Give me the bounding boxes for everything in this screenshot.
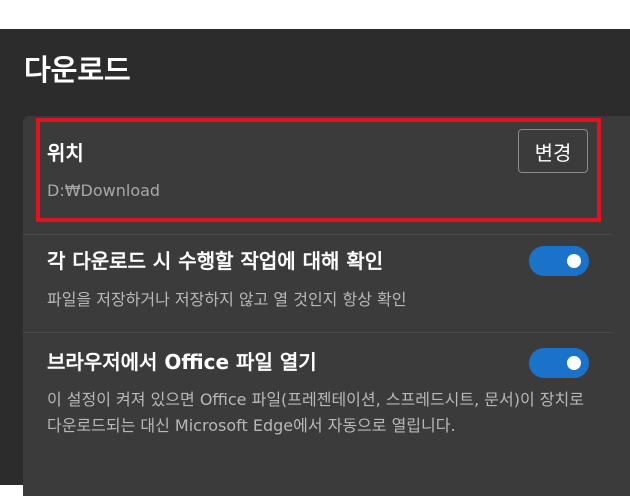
downloads-settings-card: 위치 D:₩Download 변경 각 다운로드 시 수행할 작업에 대해 확인… xyxy=(23,116,630,496)
location-path: D:₩Download xyxy=(47,181,161,200)
open-office-description: 이 설정이 켜져 있으면 Office 파일(프레젠테이션, 스프레드시트, 문… xyxy=(47,390,584,435)
open-office-setting: 브라우저에서 Office 파일 열기 이 설정이 켜져 있으면 Office … xyxy=(23,332,613,497)
open-office-label: 브라우저에서 Office 파일 열기 xyxy=(47,350,317,374)
location-label: 위치 xyxy=(47,141,84,165)
open-office-toggle[interactable] xyxy=(529,348,589,378)
highlight-box xyxy=(36,118,601,222)
downloads-settings-panel: 다운로드 위치 D:₩Download 변경 각 다운로드 시 수행할 작업에 … xyxy=(0,29,630,496)
ask-each-download-label: 각 다운로드 시 수행할 작업에 대해 확인 xyxy=(47,249,384,273)
ask-each-download-toggle[interactable] xyxy=(529,246,589,276)
page-title: 다운로드 xyxy=(24,53,131,87)
toggle-knob xyxy=(567,356,581,370)
toggle-knob xyxy=(567,254,581,268)
location-setting: 위치 D:₩Download 변경 xyxy=(23,116,613,234)
top-strip xyxy=(0,0,630,29)
ask-each-download-description: 파일을 저장하거나 저장하지 않고 열 것인지 항상 확인 xyxy=(47,290,407,309)
change-location-button[interactable]: 변경 xyxy=(518,129,588,173)
ask-each-download-setting: 각 다운로드 시 수행할 작업에 대해 확인 파일을 저장하거나 저장하지 않고… xyxy=(23,234,613,333)
